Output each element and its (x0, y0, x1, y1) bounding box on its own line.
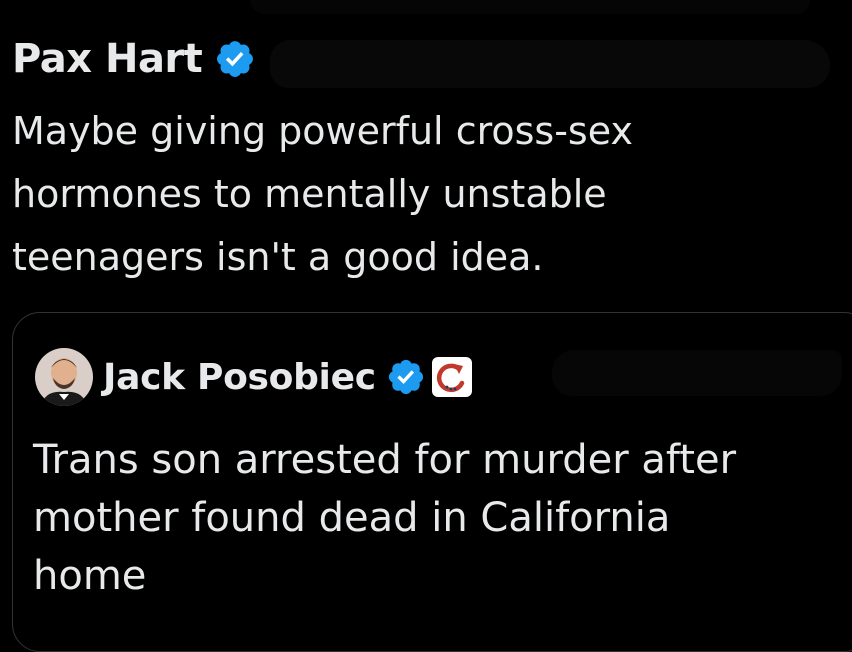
author-name[interactable]: Pax Hart (12, 36, 203, 82)
redaction-mark-handle (270, 40, 830, 88)
redaction-mark-top (250, 0, 810, 14)
tweet-text-line: teenagers isn't a good idea. (12, 235, 544, 279)
tweet-text: Maybe giving powerful cross-sex hormones… (12, 100, 832, 289)
tweet-text-line: hormones to mentally unstable (12, 172, 607, 216)
quoted-tweet-text-line: mother found dead in California (33, 495, 671, 541)
quoted-tweet-text-line: home (33, 553, 147, 599)
tweet-text-line: Maybe giving powerful cross-sex (12, 109, 633, 153)
verified-badge-icon[interactable] (386, 357, 426, 397)
avatar[interactable] (35, 348, 93, 406)
tweet[interactable]: Pax Hart Maybe giving powerful cross-sex… (0, 0, 852, 652)
quoted-tweet-text-line: Trans son arrested for murder after (33, 437, 737, 483)
quoted-tweet-text: Trans son arrested for murder after moth… (33, 431, 852, 605)
quoted-tweet-header: Jack Posobiec (35, 347, 472, 407)
affiliate-logo-icon[interactable] (431, 357, 472, 397)
redaction-mark-quoted-handle (552, 350, 842, 396)
verified-badge-icon[interactable] (214, 38, 256, 80)
quoted-author-name[interactable]: Jack Posobiec (103, 357, 376, 398)
tweet-header: Pax Hart (12, 34, 256, 84)
